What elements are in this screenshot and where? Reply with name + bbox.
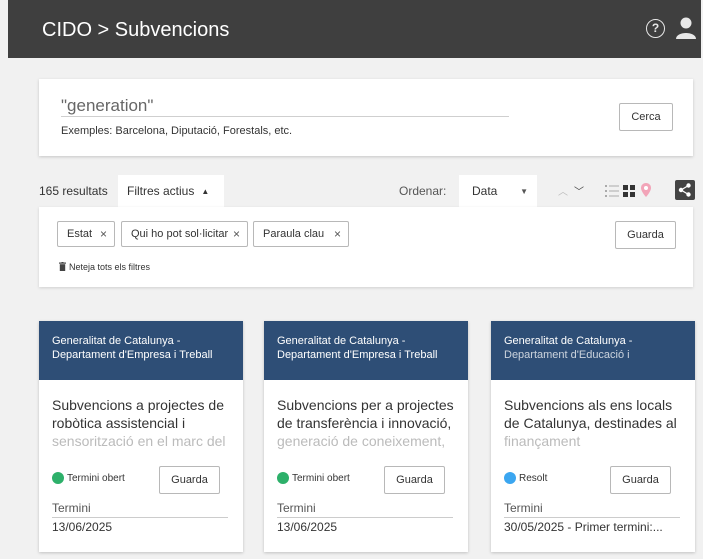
filter-chip-label: Paraula clau [263,228,325,240]
status-dot-icon [52,472,64,484]
card-organization: Generalitat de Catalunya - Departament d… [264,321,468,380]
filter-chip-applicant[interactable]: Qui ho pot sol·licitar × [121,221,248,247]
grant-card[interactable]: Generalitat de Catalunya - Departament d… [491,321,695,552]
order-select[interactable]: Data ▼ [459,175,537,207]
map-pin-icon[interactable] [641,183,651,197]
top-bar: CIDO > Subvencions ? [8,0,701,58]
status-badge: Termini obert [52,472,125,485]
status-dot-icon [277,472,289,484]
clear-filters-label: Neteja tots els filtres [69,262,151,272]
card-title-line: finançament [504,433,581,449]
status-text: Termini obert [292,473,350,484]
card-title-line: robòtica assistencial i [52,415,186,431]
order-label: Ordenar: [399,184,447,198]
clear-filters-link[interactable]: Neteja tots els filtres [59,262,150,272]
card-org-line: Generalitat de Catalunya - [52,335,181,347]
deadline-value: 30/05/2025 - Primer termini:... [504,520,663,534]
user-icon[interactable] [676,17,696,39]
grant-card[interactable]: Generalitat de Catalunya - Departament d… [264,321,468,552]
card-title[interactable]: Subvencions per a projectes de transferè… [277,396,457,450]
search-panel: Exemples: Barcelona, Diputació, Forestal… [39,79,693,156]
filter-chip-label: Estat [67,228,93,240]
card-title-line: Subvencions per a projectes [277,397,454,413]
tab-active-filters[interactable]: Filtres actius ▲ [118,175,224,207]
list-view-icon[interactable] [605,185,619,197]
card-title-line: de transferència i innovació, [277,415,452,431]
deadline-label: Termini [277,501,453,518]
status-badge: Resolt [504,472,547,485]
status-badge: Termini obert [277,472,350,485]
card-org-line: Departament d'Educació i [504,349,630,361]
help-icon[interactable]: ? [646,19,665,38]
card-org-line: Departament d'Empresa i Treball [52,349,213,361]
card-org-line: Generalitat de Catalunya - [277,335,406,347]
caret-up-icon: ▲ [201,187,210,196]
page-title: CIDO > Subvencions [42,19,230,41]
card-organization: Generalitat de Catalunya - Departament d… [491,321,695,380]
search-button[interactable]: Cerca [619,103,673,131]
card-title-line: de Catalunya, destinades al [504,415,677,431]
card-title-line: sensorització en el marc del [52,433,226,449]
card-title[interactable]: Subvencions als ens locals de Catalunya,… [504,396,684,450]
grant-card[interactable]: Generalitat de Catalunya - Departament d… [39,321,243,552]
results-count: 165 resultats [39,184,108,198]
deadline-value: 13/06/2025 [52,520,113,534]
save-filters-button[interactable]: Guarda [615,221,676,249]
sort-ascending-icon[interactable]: ︿ [558,183,568,198]
card-org-line: Generalitat de Catalunya - [504,335,633,347]
share-button[interactable] [675,180,695,200]
status-text: Termini obert [67,473,125,484]
close-icon[interactable]: × [334,222,341,246]
active-filters-panel: Estat × Qui ho pot sol·licitar × Paraula… [39,207,693,287]
close-icon[interactable]: × [233,222,240,246]
save-card-button[interactable]: Guarda [384,466,445,494]
grid-view-icon[interactable] [623,185,635,197]
status-text: Resolt [519,473,548,484]
results-toolbar: 165 resultats Filtres actius ▲ Ordenar: D… [39,175,699,207]
filter-chip-keyword[interactable]: Paraula clau × [253,221,349,247]
save-card-button[interactable]: Guarda [610,466,671,494]
deadline-label: Termini [52,501,228,518]
card-title-line: Subvencions als ens locals [504,397,673,413]
tab-active-filters-label: Filtres actius [127,184,195,198]
card-org-line: Departament d'Empresa i Treball [277,349,438,361]
status-dot-icon [504,472,516,484]
deadline-value: 13/06/2025 [277,520,338,534]
trash-icon [59,262,66,271]
card-title-line: Subvencions a projectes de [52,397,224,413]
deadline-label: Termini [504,501,680,518]
sort-descending-icon[interactable]: ﹀ [574,183,584,198]
filter-chip-status[interactable]: Estat × [57,221,115,247]
save-card-button[interactable]: Guarda [159,466,220,494]
close-icon[interactable]: × [100,222,107,246]
filter-chip-label: Qui ho pot sol·licitar [131,228,229,240]
search-examples: Exemples: Barcelona, Diputació, Forestal… [61,125,293,137]
card-title-line: generació de coneixement, [277,433,446,449]
card-organization: Generalitat de Catalunya - Departament d… [39,321,243,380]
order-select-value: Data [472,184,498,198]
card-title[interactable]: Subvencions a projectes de robòtica assi… [52,396,232,450]
search-input[interactable] [61,95,509,117]
dropdown-arrow-icon: ▼ [520,187,528,196]
